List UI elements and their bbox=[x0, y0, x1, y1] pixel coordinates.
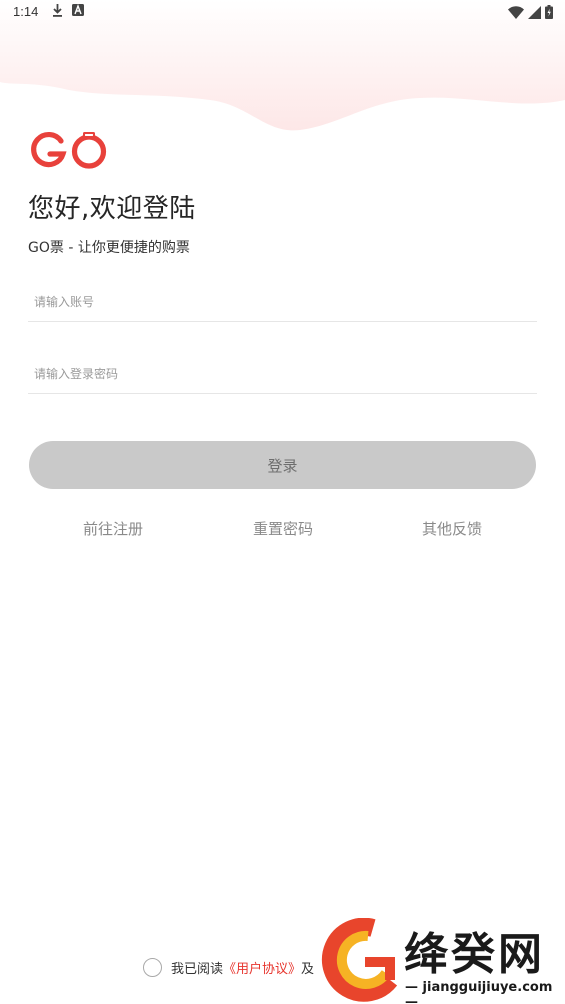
watermark-name: 绛癸网 bbox=[404, 929, 545, 980]
account-field bbox=[28, 282, 537, 322]
secondary-links: 前往注册 重置密码 其他反馈 bbox=[28, 518, 537, 542]
password-input[interactable] bbox=[28, 354, 537, 393]
password-field bbox=[28, 354, 537, 394]
reset-password-link[interactable]: 重置密码 bbox=[253, 518, 313, 539]
signal-icon bbox=[528, 5, 541, 19]
status-time: 1:14 bbox=[13, 4, 39, 19]
agreement-prefix: 我已阅读 bbox=[171, 961, 224, 977]
feedback-link[interactable]: 其他反馈 bbox=[422, 518, 482, 539]
login-button[interactable]: 登录 bbox=[29, 441, 536, 489]
status-bar: 1:14 bbox=[0, 0, 565, 26]
agreement-and: 及 bbox=[301, 961, 315, 977]
status-icons-left bbox=[52, 4, 84, 17]
user-agreement-link[interactable]: 《用户协议》 bbox=[223, 958, 301, 977]
greeting-title: 您好,欢迎登陆 bbox=[28, 194, 196, 224]
battery-icon bbox=[545, 5, 553, 19]
a-icon bbox=[72, 4, 84, 16]
subtitle: GO票 - 让你更便捷的购票 bbox=[28, 240, 190, 256]
account-input[interactable] bbox=[28, 282, 537, 321]
watermark-url-text: jiangguijiuye.com bbox=[422, 980, 553, 995]
wifi-icon bbox=[508, 5, 524, 19]
go-logo bbox=[31, 132, 107, 169]
watermark-url: — jiangguijiuye.com — bbox=[405, 980, 553, 1004]
download-icon bbox=[53, 4, 62, 17]
status-icons-right bbox=[508, 5, 553, 19]
agreement-checkbox[interactable] bbox=[143, 957, 162, 977]
agreement-row: 我已阅读 《用户协议》 及 bbox=[143, 957, 314, 977]
register-link[interactable]: 前往注册 bbox=[83, 518, 143, 539]
